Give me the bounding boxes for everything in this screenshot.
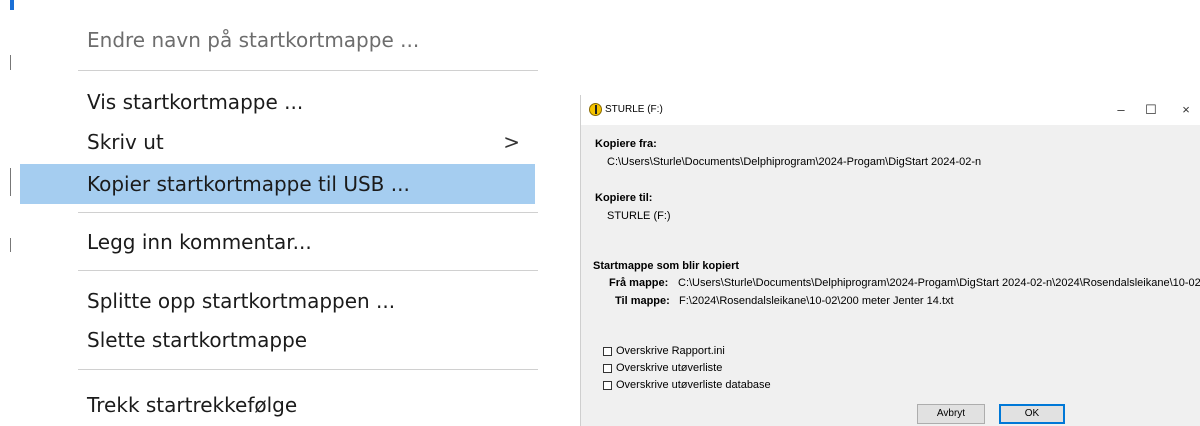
selection-marker [10, 0, 14, 10]
menu-separator [78, 212, 538, 213]
menu-item-label: Endre navn på startkortmappe ... [87, 28, 420, 52]
background-window-strip [0, 0, 22, 426]
menu-item-label: Legg inn kommentar... [87, 230, 312, 254]
menu-item-draw-start-order[interactable]: Trekk startrekkefølge [0, 385, 540, 425]
cancel-button[interactable]: Avbryt [917, 404, 985, 424]
checkbox-box[interactable] [603, 363, 612, 373]
dialog-titlebar[interactable]: STURLE (F:) – ☐ × [581, 95, 1200, 125]
to-folder-label: Til mappe: [615, 295, 670, 307]
checkbox-label: Overskrive utøverliste database [616, 379, 771, 391]
menu-item-label: Splitte opp startkortmappen ... [87, 289, 396, 313]
menu-item-rename-folder: Endre navn på startkortmappe ... [0, 20, 540, 60]
menu-item-print[interactable]: Skriv ut > [0, 122, 540, 162]
copy-from-label: Kopiere fra: [595, 138, 657, 150]
copy-to-label: Kopiere til: [595, 192, 653, 204]
ok-button[interactable]: OK [999, 404, 1065, 424]
menu-item-show-folder[interactable]: Vis startkortmappe ... [0, 82, 540, 122]
from-folder-value: C:\Users\Sturle\Documents\Delphiprogram\… [678, 277, 1200, 289]
maximize-button[interactable]: ☐ [1136, 99, 1166, 121]
app-icon [589, 103, 602, 116]
menu-item-delete-folder[interactable]: Slette startkortmappe [0, 320, 540, 360]
minimize-button[interactable]: – [1106, 99, 1136, 121]
overwrite-rapport-checkbox[interactable]: Overskrive Rapport.ini [603, 344, 725, 358]
chevron-right-icon: > [503, 130, 520, 154]
menu-item-split-folder[interactable]: Splitte opp startkortmappen ... [0, 281, 540, 321]
dialog-title: STURLE (F:) [605, 104, 663, 115]
section-heading: Startmappe som blir kopiert [593, 260, 740, 272]
menu-item-label: Kopier startkortmappe til USB ... [87, 172, 410, 196]
overwrite-athletes-checkbox[interactable]: Overskrive utøverliste [603, 361, 722, 375]
menu-separator [78, 70, 538, 71]
to-folder-value: F:\2024\Rosendalsleikane\10-02\200 meter… [679, 295, 954, 307]
menu-separator [78, 369, 538, 370]
checkbox-label: Overskrive utøverliste [616, 362, 723, 374]
checkbox-box[interactable] [603, 380, 612, 390]
menu-item-label: Vis startkortmappe ... [87, 90, 304, 114]
close-button[interactable]: × [1171, 99, 1200, 121]
checkbox-label: Overskrive Rapport.ini [616, 345, 725, 357]
menu-item-label: Trekk startrekkefølge [87, 393, 298, 417]
menu-separator [78, 270, 538, 271]
copy-to-value: STURLE (F:) [607, 210, 671, 222]
menu-item-copy-to-usb[interactable]: Kopier startkortmappe til USB ... [20, 164, 535, 204]
menu-item-label: Slette startkortmappe [87, 328, 308, 352]
strip-line [10, 168, 11, 196]
checkbox-box[interactable] [603, 346, 612, 356]
overwrite-athletes-db-checkbox[interactable]: Overskrive utøverliste database [603, 378, 771, 392]
copy-dialog: STURLE (F:) – ☐ × Kopiere fra: C:\Users\… [580, 95, 1200, 426]
menu-item-label: Skriv ut [87, 130, 164, 154]
context-menu: Endre navn på startkortmappe ... Vis sta… [0, 0, 540, 426]
from-folder-label: Frå mappe: [609, 277, 669, 289]
copy-from-path: C:\Users\Sturle\Documents\Delphiprogram\… [607, 156, 982, 168]
menu-item-add-comment[interactable]: Legg inn kommentar... [0, 222, 540, 262]
